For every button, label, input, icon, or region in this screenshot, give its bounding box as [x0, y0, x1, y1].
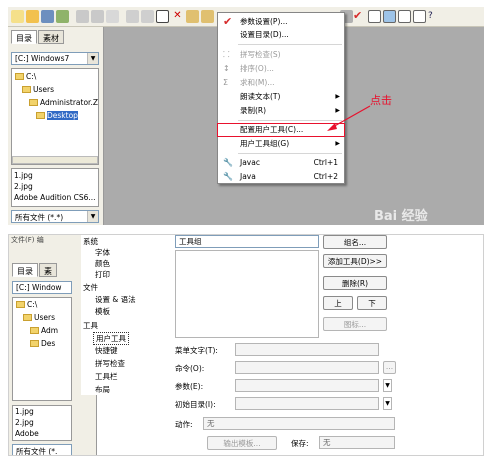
action-value: 无: [207, 419, 215, 428]
category-user-tools[interactable]: 用户工具: [93, 332, 129, 345]
move-up-button[interactable]: 上: [323, 296, 353, 310]
command-field[interactable]: [235, 361, 379, 374]
params-label: 参数(E):: [175, 382, 204, 391]
chevron-down-icon[interactable]: ▼: [383, 379, 392, 392]
menu-text-field[interactable]: [235, 343, 379, 356]
category-system[interactable]: 系统: [83, 236, 98, 247]
params-field[interactable]: [235, 379, 379, 392]
category-tree: 系统 字体 颜色 打印 文件 设置 & 语法 模板 工具 用户工具 快捷键 拼写…: [81, 235, 169, 395]
tab-material[interactable]: 素: [39, 263, 57, 277]
annotation-label: 点击: [370, 94, 392, 107]
group-name-button[interactable]: 组名...: [323, 235, 387, 249]
init-dir-field[interactable]: [235, 397, 379, 410]
category-font[interactable]: 字体: [95, 247, 110, 258]
tool-list[interactable]: [175, 250, 319, 338]
category-color[interactable]: 颜色: [95, 258, 110, 269]
file-item[interactable]: Adobe: [15, 429, 39, 438]
init-dir-label: 初始目录(I):: [175, 400, 216, 409]
delete-button[interactable]: 删除(R): [323, 276, 387, 290]
menubar-partial[interactable]: 文件(F) 编: [11, 235, 44, 245]
tab-directory[interactable]: 目录: [12, 263, 38, 277]
category-toolbar[interactable]: 工具栏: [95, 371, 118, 382]
file-list: 1.jpg 2.jpg Adobe: [12, 405, 72, 441]
annotation-arrow: [327, 105, 371, 131]
tree-node-label: Users: [34, 313, 56, 322]
output-template-button[interactable]: 输出模板...: [207, 436, 277, 450]
tree-node-label: Adm: [41, 326, 59, 335]
action-select[interactable]: 无: [203, 417, 395, 430]
category-tools[interactable]: 工具: [83, 320, 98, 331]
tree-node[interactable]: C:\: [16, 300, 37, 309]
category-spellcheck[interactable]: 拼写检查: [95, 358, 125, 369]
category-template[interactable]: 模板: [95, 306, 110, 317]
file-filter-select[interactable]: 所有文件 (*.: [12, 444, 72, 455]
folder-tree: C:\ Users Adm Des: [12, 297, 72, 401]
annotation-line: [330, 105, 371, 129]
action-label: 动作:: [175, 420, 193, 429]
category-layout[interactable]: 布局: [95, 384, 110, 395]
tree-node[interactable]: Des: [30, 339, 55, 348]
tree-node-label: C:\: [27, 300, 38, 309]
tree-node-label: Des: [41, 339, 56, 348]
folder-icon: [23, 314, 32, 321]
file-item[interactable]: 1.jpg: [15, 407, 34, 416]
options-dialog-bottom: 文件(F) 编 目录 素 [C:] Window C:\ Users Adm D…: [8, 234, 484, 456]
editor-window-top: ✕ ✔ ? 目录 素材 [C:] Windows7 ▼ C:\ Users Adm…: [8, 7, 484, 225]
menu-text-label: 菜单文字(T):: [175, 346, 218, 355]
chevron-down-icon[interactable]: ▼: [383, 397, 392, 410]
category-settings-syntax[interactable]: 设置 & 语法: [95, 294, 136, 305]
category-print[interactable]: 打印: [95, 269, 110, 280]
move-down-button[interactable]: 下: [357, 296, 387, 310]
add-tool-button[interactable]: 添加工具(D)>>: [323, 254, 387, 268]
category-shortcuts[interactable]: 快捷键: [95, 345, 118, 356]
folder-open-icon: [30, 340, 39, 347]
browse-button[interactable]: ...: [383, 361, 396, 374]
drive-select[interactable]: [C:] Window: [12, 281, 72, 294]
category-file[interactable]: 文件: [83, 282, 98, 293]
command-label: 命令(O):: [175, 364, 205, 373]
save-value: 无: [323, 438, 331, 447]
watermark: Bai 经验: [374, 209, 428, 224]
file-item[interactable]: 2.jpg: [15, 418, 34, 427]
annotation-arrowhead: [327, 123, 337, 131]
save-select[interactable]: 无: [319, 436, 395, 449]
icon-button[interactable]: 图标...: [323, 317, 387, 331]
tool-group-select[interactable]: 工具组: [175, 235, 319, 248]
save-label: 保存:: [291, 439, 309, 448]
folder-icon: [30, 327, 39, 334]
tree-node[interactable]: Adm: [30, 326, 58, 335]
folder-icon: [16, 301, 25, 308]
tree-node[interactable]: Users: [23, 313, 55, 322]
